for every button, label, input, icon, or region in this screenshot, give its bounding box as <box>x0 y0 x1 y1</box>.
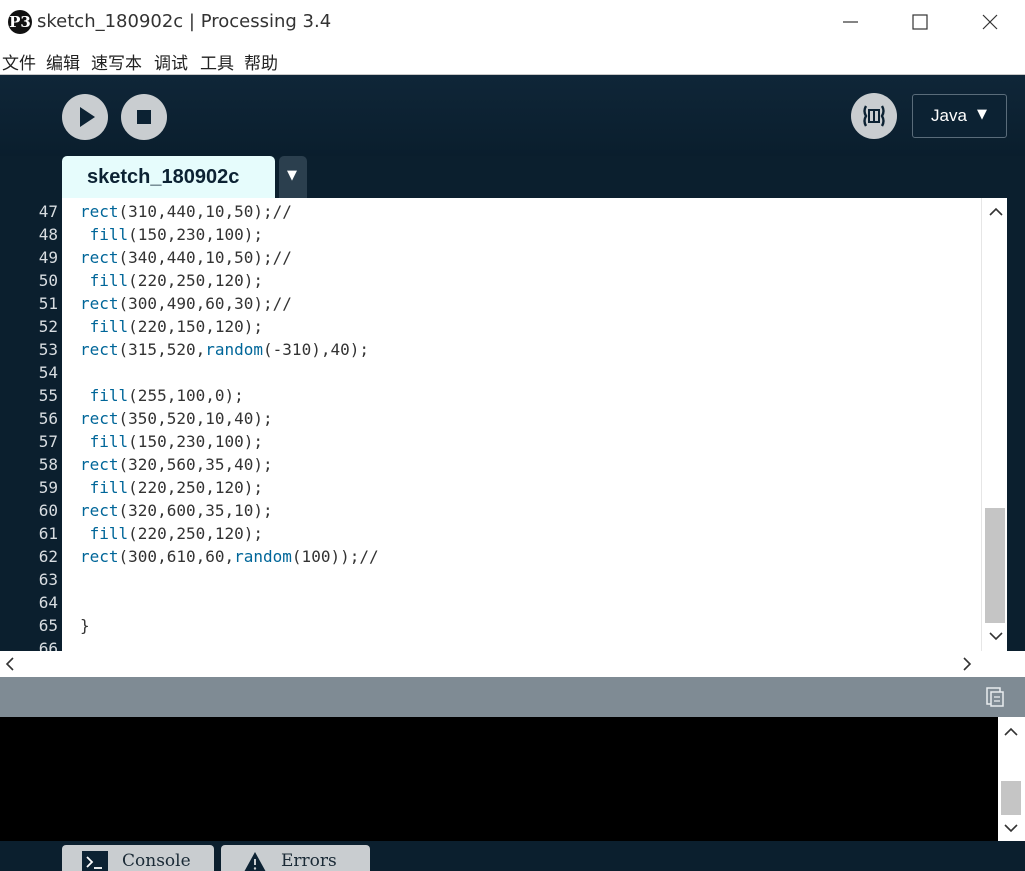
editor-scroll-thumb[interactable] <box>985 508 1005 623</box>
menu-file[interactable]: 文件 <box>2 49 36 74</box>
mode-selector[interactable]: Java ▼ <box>912 94 1007 138</box>
line-number: 51 <box>38 294 58 313</box>
line-number: 57 <box>38 432 58 451</box>
line-number: 50 <box>38 271 58 290</box>
line-number: 52 <box>38 317 58 336</box>
scroll-left-icon[interactable] <box>5 657 15 674</box>
code-line: rect(320,600,35,10); <box>80 501 273 520</box>
scroll-down-icon[interactable] <box>1004 822 1018 836</box>
editor-margin <box>1007 198 1025 651</box>
line-number: 61 <box>38 524 58 543</box>
code-line: rect(340,440,10,50);// <box>80 248 292 267</box>
line-number: 62 <box>38 547 58 566</box>
line-number: 56 <box>38 409 58 428</box>
console-scroll-thumb[interactable] <box>1001 781 1021 815</box>
scroll-up-icon[interactable] <box>1004 726 1018 740</box>
footer-tabs: Console Errors <box>0 841 1025 871</box>
warning-icon <box>243 851 267 871</box>
menu-help[interactable]: 帮助 <box>244 49 278 74</box>
play-icon <box>80 107 95 127</box>
line-number: 66 <box>38 639 58 651</box>
chevron-down-icon: ▼ <box>287 168 297 183</box>
stop-button[interactable] <box>121 94 167 140</box>
toolbar: Java ▼ <box>0 75 1025 156</box>
message-bar <box>0 677 1025 717</box>
code-line: fill(150,230,100); <box>89 225 264 244</box>
butterfly-debug-icon <box>863 105 885 127</box>
line-number-gutter: 47 48 49 50 51 52 53 54 55 56 57 58 59 60 61 62 63 64 65 66 <box>0 198 62 651</box>
tab-menu-button[interactable]: ▼ <box>279 156 307 198</box>
maximize-icon <box>912 14 928 30</box>
copy-icon[interactable] <box>985 686 1005 712</box>
console-vertical-scrollbar[interactable] <box>998 717 1025 841</box>
line-number: 65 <box>38 616 58 635</box>
line-number: 47 <box>38 202 58 221</box>
menu-debug[interactable]: 调试 <box>154 49 188 74</box>
line-number: 49 <box>38 248 58 267</box>
stop-icon <box>137 110 151 124</box>
line-number: 48 <box>38 225 58 244</box>
scroll-down-icon[interactable] <box>989 630 1003 644</box>
code-line: fill(150,230,100); <box>89 432 264 451</box>
line-number: 54 <box>38 363 58 382</box>
code-line: rect(350,520,10,40); <box>80 409 273 428</box>
line-number: 64 <box>38 593 58 612</box>
line-number: 55 <box>38 386 58 405</box>
minimize-icon <box>843 21 858 23</box>
code-line: fill(220,250,120); <box>89 524 264 543</box>
code-line: rect(320,560,35,40); <box>80 455 273 474</box>
close-icon <box>982 14 998 30</box>
code-line: fill(220,250,120); <box>89 271 264 290</box>
tab-strip: sketch_180902c ▼ <box>0 156 1025 198</box>
menu-bar: 文件 编辑 速写本 调试 工具 帮助 <box>0 44 1025 75</box>
editor-horizontal-scrollbar[interactable] <box>0 651 1025 677</box>
code-line: rect(300,490,60,30);// <box>80 294 292 313</box>
line-number: 59 <box>38 478 58 497</box>
run-button[interactable] <box>62 94 108 140</box>
code-line: rect(310,440,10,50);// <box>80 202 292 221</box>
console-tab-label: Console <box>122 851 191 871</box>
line-number: 58 <box>38 455 58 474</box>
code-editor[interactable]: rect(310,440,10,50);// fill(150,230,100)… <box>62 198 981 651</box>
chevron-down-icon: ▼ <box>977 107 987 122</box>
code-line: fill(220,250,120); <box>89 478 264 497</box>
errors-tab-label: Errors <box>281 851 337 871</box>
menu-edit[interactable]: 编辑 <box>46 49 80 74</box>
tab-sketch[interactable]: sketch_180902c <box>62 156 275 198</box>
code-line: fill(255,100,0); <box>89 386 244 405</box>
code-line: } <box>80 616 90 635</box>
tab-console[interactable]: Console <box>62 845 214 871</box>
code-line: rect(300,610,60,random(100));// <box>80 547 379 566</box>
processing-logo-icon: P3 <box>8 10 32 34</box>
code-line: rect(315,520,random(-310),40); <box>80 340 369 359</box>
code-line: fill(220,150,120); <box>89 317 264 336</box>
tab-errors[interactable]: Errors <box>221 845 370 871</box>
title-bar: P3 sketch_180902c | Processing 3.4 <box>0 0 1025 44</box>
terminal-icon <box>82 851 108 871</box>
menu-tools[interactable]: 工具 <box>200 49 234 74</box>
debug-button[interactable] <box>851 93 897 139</box>
scroll-up-icon[interactable] <box>989 206 1003 220</box>
line-number: 53 <box>38 340 58 359</box>
tab-label: sketch_180902c <box>87 166 240 188</box>
line-number: 60 <box>38 501 58 520</box>
console-output[interactable] <box>0 717 998 841</box>
line-number: 63 <box>38 570 58 589</box>
menu-sketch[interactable]: 速写本 <box>91 49 142 74</box>
minimize-button[interactable] <box>830 8 870 36</box>
maximize-button[interactable] <box>899 8 939 36</box>
scroll-right-icon[interactable] <box>962 657 972 674</box>
close-button[interactable] <box>970 8 1010 36</box>
editor-vertical-scrollbar[interactable] <box>981 198 1007 651</box>
window-title: sketch_180902c | Processing 3.4 <box>37 11 332 32</box>
mode-label: Java <box>931 106 967 125</box>
